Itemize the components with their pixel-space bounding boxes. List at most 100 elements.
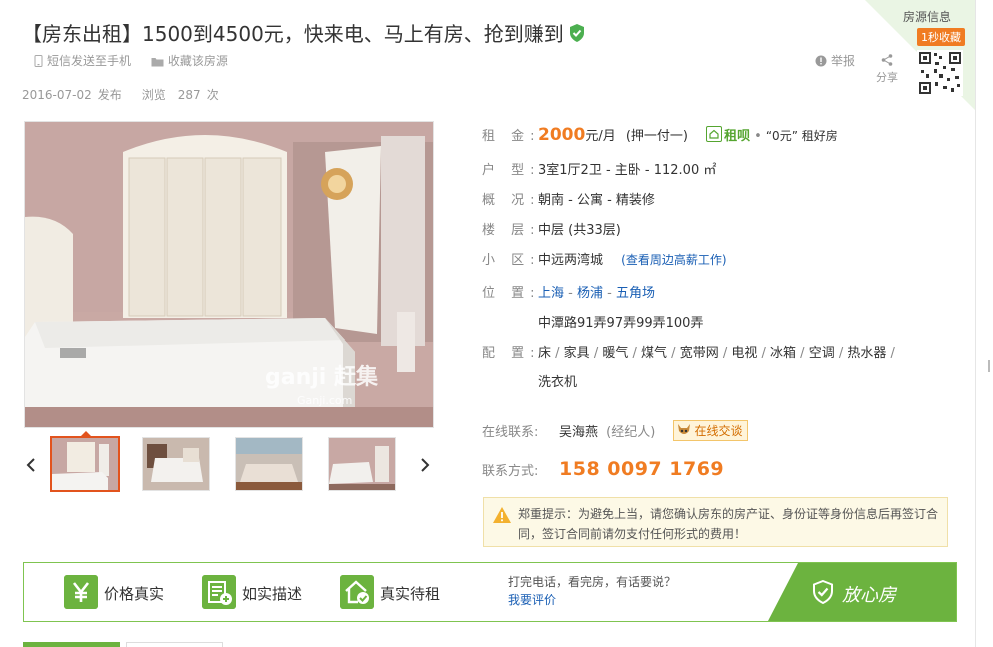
listing-title: 【房东出租】1500到4500元，快来电、马上有房、抢到赚到 bbox=[22, 18, 586, 47]
floor-row: 楼 层:中层 (共33层) bbox=[482, 219, 621, 238]
main-photo[interactable]: ganji 赶集 Ganji.com bbox=[24, 121, 434, 428]
amenity: 电视 bbox=[731, 346, 758, 361]
location-link-city[interactable]: 上海 bbox=[538, 286, 564, 301]
guarantee-price-label: 价格真实 bbox=[104, 585, 165, 603]
amenity-sep: / bbox=[667, 346, 680, 361]
rent-unit: 元/月 bbox=[585, 129, 616, 144]
views-unit: 次 bbox=[206, 88, 219, 102]
community-value: 中远两湾城 bbox=[538, 253, 604, 268]
thumbnail-4[interactable] bbox=[328, 437, 396, 491]
review-link[interactable]: 我要评价 bbox=[508, 591, 676, 609]
corner-badge: 1秒收藏 bbox=[917, 28, 965, 46]
active-caret bbox=[80, 431, 92, 437]
folder-icon bbox=[151, 58, 164, 67]
amenity-sep: / bbox=[796, 346, 809, 361]
tab-inactive[interactable] bbox=[126, 642, 223, 647]
location-row: 位 置:上海 - 杨浦 - 五角场 bbox=[482, 282, 655, 301]
phone-number[interactable]: 158 0097 1769 bbox=[559, 458, 724, 480]
bedroom-photo-icon: ganji 赶集 Ganji.com bbox=[25, 122, 433, 427]
floor-value: 中层 (共33层) bbox=[538, 223, 621, 238]
amenities-row: 配 置:床 / 家具 / 暖气 / 煤气 / 宽带网 / 电视 / 冰箱 / 空… bbox=[482, 342, 895, 361]
rent-label: 租 金: bbox=[482, 129, 541, 144]
warning-text: 郑重提示：为避免上当，请您确认房东的房产证、身份证等身份信息后再签订合同，签订合… bbox=[518, 507, 939, 541]
listing-title-text: 【房东出租】1500到4500元，快来电、马上有房、抢到赚到 bbox=[22, 22, 564, 46]
contact-role: (经纪人) bbox=[606, 425, 656, 440]
favorite-button[interactable]: 收藏该房源 bbox=[151, 54, 228, 68]
zubai-text: “0元” 租好房 bbox=[765, 129, 838, 143]
rent-row: 租 金:2000元/月 (押一付一) 租呗 • “0元” 租好房 bbox=[482, 125, 838, 145]
amenities-label: 配 置: bbox=[482, 346, 541, 361]
amenity: 暖气 bbox=[602, 346, 629, 361]
rent-value: 2000 bbox=[538, 125, 586, 145]
report-button[interactable]: 举报 bbox=[815, 52, 855, 69]
publish-date: 2016-07-02 bbox=[22, 88, 92, 102]
safety-warning: 郑重提示：为避免上当，请您确认房东的房产证、身份证等身份信息后再签订合同，签订合… bbox=[483, 497, 948, 547]
amenity: 宽带网 bbox=[679, 346, 719, 361]
address: 中潭路91弄97弄99弄100弄 bbox=[538, 316, 704, 331]
sms-label: 短信发送至手机 bbox=[47, 54, 132, 68]
online-chat-button[interactable]: 在线交谈 bbox=[673, 420, 749, 441]
review-tip: 打完电话，看完房，有话要说？ 我要评价 bbox=[508, 573, 676, 609]
amenity: 床 bbox=[538, 346, 552, 361]
listing-meta: 2016-07-02 发布 浏览 287 次 bbox=[22, 86, 225, 103]
amenity: 热水器 bbox=[847, 346, 887, 361]
thumb-image-3 bbox=[236, 438, 302, 490]
warning-circle-icon bbox=[815, 55, 827, 67]
location-sep: - bbox=[564, 286, 577, 301]
guarantee-description-label: 如实描述 bbox=[242, 585, 303, 603]
thumb-image-1 bbox=[52, 438, 118, 490]
thumb-image-2 bbox=[143, 438, 209, 490]
overview-label: 概 况: bbox=[482, 193, 541, 208]
contact-label: 在线联系: bbox=[482, 425, 539, 440]
address-row: 中潭路91弄97弄99弄100弄 bbox=[538, 312, 703, 331]
review-tip-text: 打完电话，看完房，有话要说？ bbox=[508, 575, 677, 589]
overview-row: 概 况:朝南 - 公寓 - 精装修 bbox=[482, 189, 655, 208]
badge-slant bbox=[768, 563, 798, 621]
amenity-sep: / bbox=[589, 346, 603, 361]
amenity-sep: / bbox=[628, 346, 642, 361]
views-label: 浏览 bbox=[141, 88, 166, 102]
thumbnail-3[interactable] bbox=[235, 437, 303, 491]
nearby-jobs-link[interactable]: (查看周边高薪工作) bbox=[621, 253, 726, 267]
page-scroll-edge bbox=[976, 0, 993, 647]
phone-row: 联系方式: 158 0097 1769 bbox=[482, 458, 724, 480]
edge-mark bbox=[988, 360, 990, 372]
watermark-text: ganji 赶集 bbox=[265, 364, 379, 390]
amenity: 家具 bbox=[563, 346, 590, 361]
guarantee-bar: 价格真实 如实描述 真实待租 打完电话，看完房，有话要说？ 我要评价 放心房 bbox=[23, 562, 957, 622]
trusted-home-label: 放心房 bbox=[842, 585, 896, 606]
corner-label: 房源信息 bbox=[903, 10, 952, 24]
next-arrow-icon[interactable] bbox=[418, 457, 432, 473]
thumbnail-2[interactable] bbox=[142, 437, 210, 491]
trusted-home-badge[interactable]: 放心房 bbox=[768, 563, 956, 621]
layout-label: 户 型: bbox=[482, 163, 541, 178]
zubai-dot: • bbox=[754, 129, 762, 144]
chat-mascot-icon bbox=[678, 424, 691, 434]
location-label: 位 置: bbox=[482, 286, 541, 301]
location-sep: - bbox=[603, 286, 616, 301]
thumbnail-1[interactable] bbox=[50, 431, 120, 492]
thumbnail-strip bbox=[22, 431, 442, 493]
amenity: 冰箱 bbox=[770, 346, 797, 361]
zubai-link[interactable]: 租呗 • “0元” 租好房 bbox=[706, 125, 838, 144]
contact-row: 在线联系: 吴海燕 (经纪人) 在线交谈 bbox=[482, 420, 749, 441]
prev-arrow-icon[interactable] bbox=[24, 457, 38, 473]
listing-info-corner[interactable]: 房源信息 1秒收藏 bbox=[865, 0, 975, 110]
amenity: 洗衣机 bbox=[538, 375, 578, 390]
tab-active[interactable] bbox=[23, 642, 120, 647]
verified-shield-icon bbox=[569, 24, 584, 42]
floor-label: 楼 层: bbox=[482, 223, 541, 238]
sub-actions: 短信发送至手机 收藏该房源 bbox=[34, 52, 244, 69]
phone-label: 联系方式: bbox=[482, 464, 539, 479]
overview-value: 朝南 - 公寓 - 精装修 bbox=[538, 193, 655, 208]
house-check-icon bbox=[340, 575, 374, 609]
location-link-area[interactable]: 五角场 bbox=[616, 286, 655, 301]
thumb-image-4 bbox=[329, 438, 395, 490]
publish-suffix: 发布 bbox=[97, 88, 122, 102]
sms-to-phone-button[interactable]: 短信发送至手机 bbox=[34, 54, 131, 68]
community-row: 小 区:中远两湾城 (查看周边高薪工作) bbox=[482, 249, 727, 268]
amenity: 煤气 bbox=[641, 346, 668, 361]
location-link-district[interactable]: 杨浦 bbox=[577, 286, 603, 301]
listing-card: 【房东出租】1500到4500元，快来电、马上有房、抢到赚到 短信发送至手机 收… bbox=[0, 0, 976, 647]
amenity-sep: / bbox=[718, 346, 732, 361]
